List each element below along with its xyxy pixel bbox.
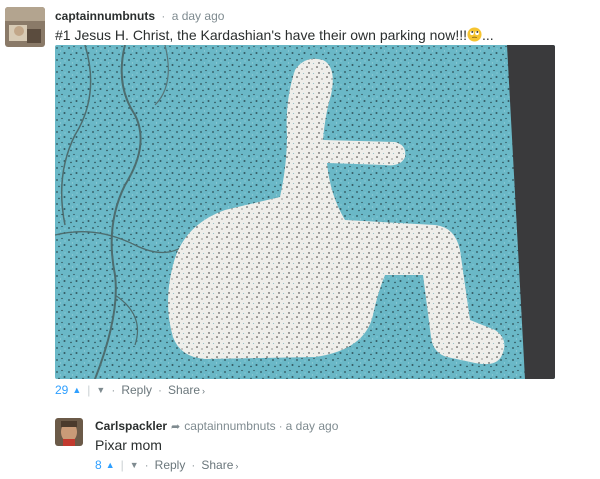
vote-divider: | [120, 458, 124, 472]
chevron-up-icon: ▲ [105, 460, 115, 470]
chevron-down-icon: ▼ [129, 460, 139, 470]
upvote-button[interactable]: 29 ▲ [55, 383, 81, 397]
upvote-button[interactable]: 8 ▲ [95, 458, 115, 472]
meta-separator: · [161, 9, 166, 23]
comment-author[interactable]: captainnumbnuts [55, 9, 155, 23]
comment-text: #1 Jesus H. Christ, the Kardashian's hav… [55, 27, 494, 43]
downvote-button[interactable]: ▼ [130, 460, 139, 470]
reply-arrow-icon: ➦ [171, 420, 181, 433]
comment-image[interactable] [55, 45, 555, 379]
chevron-right-icon: › [235, 461, 239, 471]
reply-button[interactable]: Reply [155, 458, 186, 472]
comment-actions: 29 ▲ | ▼ · Reply · Share › [55, 383, 205, 397]
downvote-button[interactable]: ▼ [96, 385, 105, 395]
action-separator: · [111, 383, 116, 397]
comment-truncation: ... [482, 27, 494, 43]
comment-body: #1 Jesus H. Christ, the Kardashian's hav… [55, 27, 467, 43]
vote-divider: | [87, 383, 91, 397]
comment-author[interactable]: Carlspackler [95, 419, 167, 433]
comment-timestamp[interactable]: a day ago [172, 9, 225, 23]
vote-count: 29 [55, 383, 69, 397]
action-separator: · [144, 458, 149, 472]
replied-to-author[interactable]: captainnumbnuts [184, 419, 275, 433]
vote-count: 8 [95, 458, 102, 472]
chevron-right-icon: › [202, 386, 206, 396]
action-separator: · [191, 458, 196, 472]
avatar[interactable] [55, 418, 83, 446]
comment-meta: captainnumbnuts · a day ago [55, 9, 224, 23]
comment-meta: Carlspackler ➦ captainnumbnuts · a day a… [95, 419, 338, 433]
rolling-eyes-emoji-icon [467, 27, 482, 42]
action-separator: · [158, 383, 163, 397]
chevron-down-icon: ▼ [96, 385, 106, 395]
comment-actions: 8 ▲ | ▼ · Reply · Share › [95, 458, 238, 472]
comment-body: Pixar mom [95, 437, 162, 453]
share-label: Share [168, 383, 201, 397]
meta-separator: · [278, 419, 283, 433]
reply-button[interactable]: Reply [121, 383, 152, 397]
share-label: Share [201, 458, 234, 472]
avatar[interactable] [5, 7, 45, 47]
share-button[interactable]: Share › [201, 458, 238, 472]
comment-timestamp[interactable]: a day ago [286, 419, 339, 433]
chevron-up-icon: ▲ [72, 385, 82, 395]
share-button[interactable]: Share › [168, 383, 205, 397]
